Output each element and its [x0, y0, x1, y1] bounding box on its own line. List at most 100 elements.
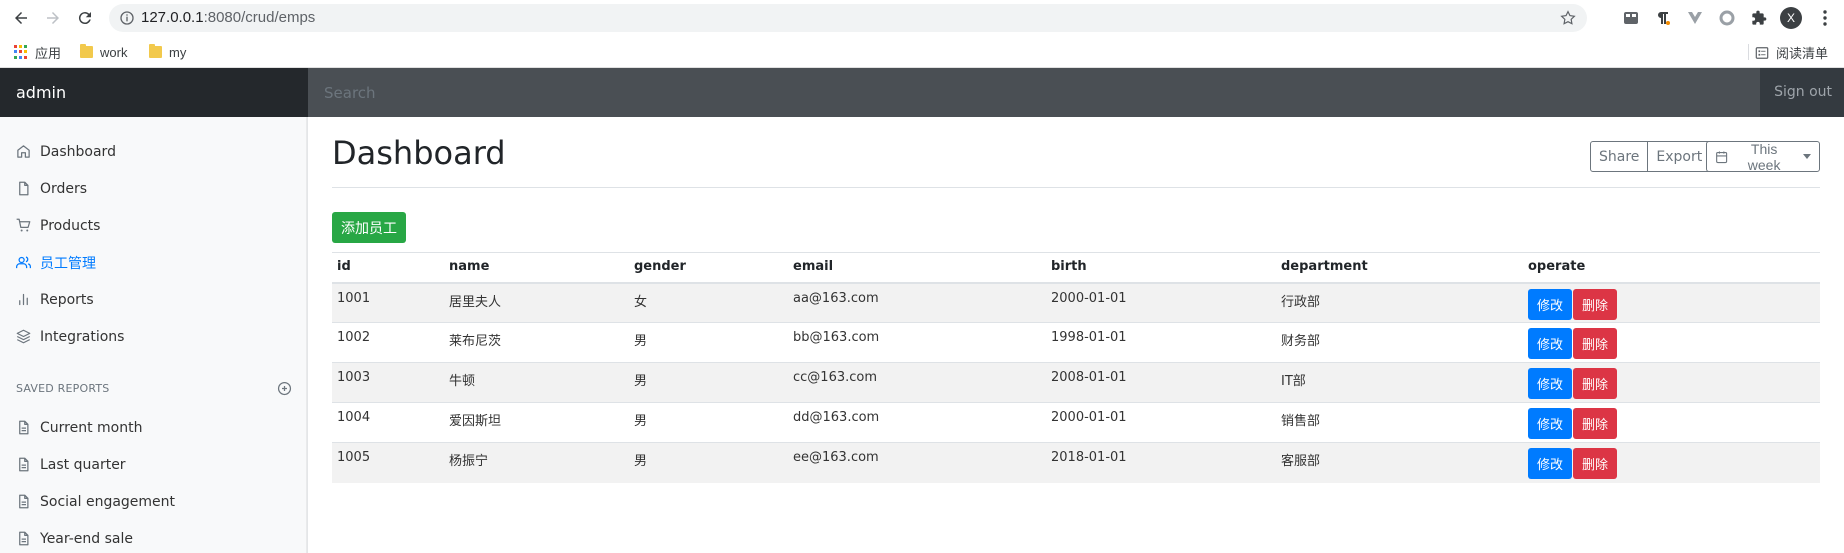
sidebar-item-label: Products [40, 217, 101, 234]
cell-gender: 男 [629, 402, 788, 443]
sidebar-item-reports[interactable]: Reports [0, 281, 307, 318]
column-header-operate: operate [1523, 252, 1820, 284]
cell-id: 1002 [332, 322, 444, 363]
extension-icon-1[interactable] [1621, 8, 1641, 28]
edit-button[interactable]: 修改 [1528, 368, 1573, 399]
cell-operate: 修改 删除 [1523, 402, 1820, 443]
reading-list-button[interactable]: 阅读清单 [1755, 43, 1828, 62]
cell-id: 1003 [332, 362, 444, 403]
page-title: Dashboard [332, 134, 506, 172]
table-row: 1003 牛顿 男 cc@163.com 2008-01-01 IT部 修改 删除 [332, 362, 1820, 403]
this-week-label: This week [1747, 140, 1781, 173]
profile-avatar[interactable]: X [1780, 7, 1802, 29]
table-header-row: id name gender email birth department op… [332, 252, 1820, 284]
sidebar-item-dashboard[interactable]: Dashboard [0, 133, 307, 170]
sign-out-link[interactable]: Sign out [1774, 84, 1832, 100]
search-input[interactable] [308, 68, 1760, 117]
file-text-icon [19, 494, 29, 509]
saved-report-year-end-sale[interactable]: Year-end sale [0, 520, 307, 553]
delete-button[interactable]: 删除 [1573, 288, 1618, 320]
cell-gender: 男 [629, 362, 788, 403]
bookmark-label: work [100, 44, 128, 60]
sidebar-item-integrations[interactable]: Integrations [0, 318, 307, 355]
file-text-icon [19, 531, 29, 546]
circle-extension-icon [1719, 10, 1735, 26]
cell-name: 莱布尼茨 [444, 322, 629, 363]
cell-operate: 修改 删除 [1523, 282, 1820, 323]
sidebar-item-products[interactable]: Products [0, 207, 307, 244]
back-button[interactable] [9, 6, 33, 30]
home-icon [17, 145, 30, 158]
header-divider [332, 187, 1820, 188]
puzzle-icon [1752, 10, 1767, 25]
cell-department: 销售部 [1276, 402, 1523, 443]
cell-birth: 2008-01-01 [1046, 362, 1276, 403]
pilcrow-icon [1658, 12, 1670, 25]
sidebar-item-label: Integrations [40, 328, 125, 345]
share-export-group: Share Export [1590, 141, 1712, 172]
saved-report-label: Current month [40, 419, 143, 436]
edit-button[interactable]: 修改 [1528, 328, 1573, 359]
saved-reports-heading: SAVED REPORTS [16, 380, 292, 396]
bookmark-label: my [169, 44, 187, 60]
saved-report-label: Year-end sale [40, 530, 133, 547]
reload-button[interactable] [73, 6, 97, 30]
sidebar-item-label: Dashboard [40, 143, 116, 160]
cell-name: 居里夫人 [444, 282, 629, 323]
delete-button[interactable]: 删除 [1573, 368, 1618, 399]
add-employee-button[interactable]: 添加员工 [332, 212, 406, 243]
delete-button[interactable]: 删除 [1573, 448, 1618, 479]
apps-grid-icon [14, 45, 28, 59]
extension-icon-4[interactable] [1717, 8, 1737, 28]
cell-id: 1004 [332, 402, 444, 443]
reading-list-label: 阅读清单 [1775, 46, 1828, 61]
info-icon [120, 11, 134, 25]
calendar-icon [1716, 150, 1728, 163]
sidebar-item-orders[interactable]: Orders [0, 170, 307, 207]
plus-circle-icon[interactable] [277, 381, 292, 396]
saved-report-current-month[interactable]: Current month [0, 409, 307, 446]
sidebar-item-employees[interactable]: 员工管理 [0, 244, 307, 281]
share-button[interactable]: Share [1590, 141, 1649, 172]
cell-birth: 1998-01-01 [1046, 322, 1276, 363]
vue-devtools-icon [1688, 12, 1702, 24]
cell-id: 1001 [332, 282, 444, 323]
bookmark-folder-work[interactable]: work [80, 43, 127, 61]
cell-birth: 2000-01-01 [1046, 282, 1276, 323]
cell-name: 牛顿 [444, 362, 629, 403]
address-bar[interactable]: 127.0.0.1:8080/crud/emps [109, 4, 1587, 32]
saved-report-label: Last quarter [40, 456, 126, 473]
extensions-button[interactable] [1749, 8, 1769, 28]
this-week-dropdown[interactable]: This week [1706, 140, 1820, 173]
bar-chart-icon [19, 293, 28, 306]
more-vertical-icon[interactable] [1820, 8, 1830, 28]
extension-icon-2[interactable] [1653, 8, 1673, 28]
brand[interactable]: admin [0, 68, 308, 117]
bookmark-label: 应用 [35, 45, 62, 61]
edit-button[interactable]: 修改 [1528, 408, 1573, 439]
edit-button[interactable]: 修改 [1528, 288, 1573, 320]
bookmark-folder-my[interactable]: my [149, 43, 186, 61]
saved-report-last-quarter[interactable]: Last quarter [0, 446, 307, 483]
cell-name: 杨振宁 [444, 442, 629, 483]
delete-button[interactable]: 删除 [1573, 328, 1618, 359]
edit-button[interactable]: 修改 [1528, 448, 1573, 479]
cell-department: IT部 [1276, 362, 1523, 403]
reading-list-icon [1755, 46, 1769, 59]
chevron-down-icon [1803, 154, 1811, 159]
delete-button[interactable]: 删除 [1573, 408, 1618, 439]
bookmark-star-icon[interactable] [1559, 9, 1577, 27]
cell-email: ee@163.com [788, 442, 1046, 483]
file-text-icon [19, 420, 29, 435]
extension-icon-3[interactable] [1685, 8, 1705, 28]
column-header-email: email [788, 252, 1046, 284]
saved-reports-title: SAVED REPORTS [16, 381, 110, 395]
bookmark-apps[interactable]: 应用 [14, 43, 61, 61]
saved-report-social-engagement[interactable]: Social engagement [0, 483, 307, 520]
cell-operate: 修改 删除 [1523, 362, 1820, 403]
cell-gender: 女 [629, 282, 788, 323]
export-button[interactable]: Export [1647, 141, 1712, 172]
column-header-name: name [444, 252, 629, 284]
forward-button[interactable] [41, 6, 65, 30]
arrow-left-icon [15, 12, 27, 24]
